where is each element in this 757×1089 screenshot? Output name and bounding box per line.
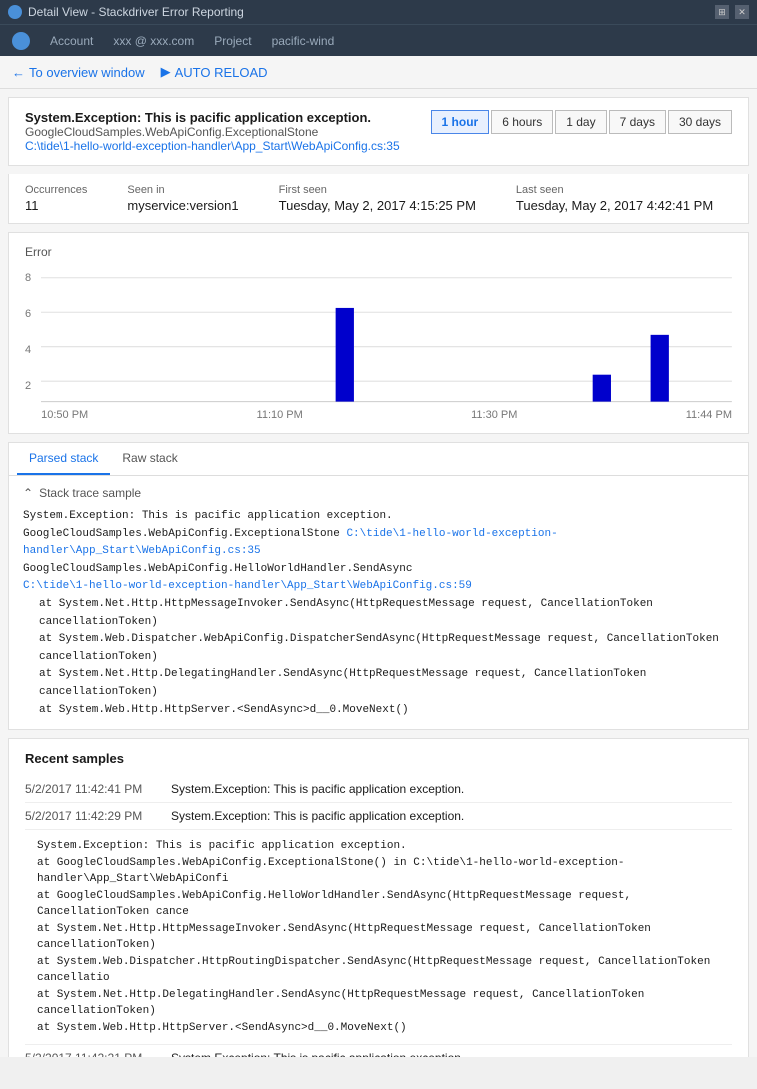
trace-indent-3: at System.Net.Http.DelegatingHandler.Sen…: [23, 666, 734, 701]
list-item: 5/2/2017 11:42:21 PM System.Exception: T…: [25, 1045, 732, 1057]
chart-title: Error: [25, 245, 732, 259]
last-seen-label: Last seen: [516, 184, 713, 196]
seen-in-value: myservice:version1: [127, 198, 238, 213]
occurrences-value: 11: [25, 198, 87, 213]
y-label-8: 8: [25, 272, 31, 284]
seen-in-label: Seen in: [127, 184, 238, 196]
list-item: 5/2/2017 11:42:29 PM System.Exception: T…: [25, 803, 732, 830]
auto-reload-label: AUTO RELOAD: [175, 65, 268, 80]
tab-parsed-stack[interactable]: Parsed stack: [17, 443, 110, 475]
account-bar: Account xxx @ xxx.com Project pacific-wi…: [0, 24, 757, 56]
sample-message: System.Exception: This is pacific applic…: [171, 809, 464, 823]
stat-seen-in: Seen in myservice:version1: [127, 184, 238, 213]
chart-bar-2: [593, 375, 611, 402]
trace-line-1: System.Exception: This is pacific applic…: [23, 508, 734, 526]
time-btn-1day[interactable]: 1 day: [555, 110, 606, 134]
trace-line-4: C:\tide\1-hello-world-exception-handler\…: [23, 578, 734, 596]
last-seen-value: Tuesday, May 2, 2017 4:42:41 PM: [516, 198, 713, 213]
trace-indent-1: at System.Net.Http.HttpMessageInvoker.Se…: [23, 596, 734, 631]
stack-tabs: Parsed stack Raw stack: [9, 443, 748, 476]
trace-indent-4: at System.Web.Http.HttpServer.<SendAsync…: [23, 702, 734, 720]
recent-section: Recent samples 5/2/2017 11:42:41 PM Syst…: [8, 738, 749, 1057]
x-label-1050: 10:50 PM: [41, 409, 88, 421]
sample-time: 5/2/2017 11:42:29 PM: [25, 809, 155, 823]
chart-bar-3: [651, 335, 669, 402]
trace-link-2[interactable]: C:\tide\1-hello-world-exception-handler\…: [23, 580, 472, 592]
chart-section: Error 8 6 4 2: [8, 232, 749, 434]
auto-reload-button[interactable]: ▶ AUTO RELOAD: [161, 64, 268, 80]
first-seen-label: First seen: [279, 184, 476, 196]
stack-content: ⌃ Stack trace sample System.Exception: T…: [9, 476, 748, 729]
trace-line-3: GoogleCloudSamples.WebApiConfig.HelloWor…: [23, 561, 734, 579]
error-class: GoogleCloudSamples.WebApiConfig.Exceptio…: [25, 125, 415, 139]
stack-trace: System.Exception: This is pacific applic…: [23, 508, 734, 719]
occurrences-label: Occurrences: [25, 184, 87, 196]
stack-chevron-icon: ⌃: [23, 486, 33, 500]
first-seen-value: Tuesday, May 2, 2017 4:15:25 PM: [279, 198, 476, 213]
trace-line-2: GoogleCloudSamples.WebApiConfig.Exceptio…: [23, 526, 734, 561]
back-arrow-icon: ←: [12, 65, 25, 80]
project-name: pacific-wind: [272, 34, 335, 48]
stats-bar: Occurrences 11 Seen in myservice:version…: [8, 174, 749, 224]
stack-sample-header: ⌃ Stack trace sample: [23, 486, 734, 500]
pin-button[interactable]: ⊞: [715, 5, 729, 19]
stack-sample-label: Stack trace sample: [39, 486, 141, 500]
time-btn-7days[interactable]: 7 days: [609, 110, 666, 134]
trace-indent-2: at System.Web.Dispatcher.WebApiConfig.Di…: [23, 631, 734, 666]
x-label-1144: 11:44 PM: [686, 409, 732, 421]
stat-occurrences: Occurrences 11: [25, 184, 87, 213]
back-label: To overview window: [29, 65, 145, 80]
account-email: xxx @ xxx.com: [113, 34, 194, 48]
error-title: System.Exception: This is pacific applic…: [25, 110, 415, 125]
y-label-2: 2: [25, 380, 31, 392]
stat-last-seen: Last seen Tuesday, May 2, 2017 4:42:41 P…: [516, 184, 713, 213]
expanded-trace-line: at GoogleCloudSamples.WebApiConfig.Excep…: [37, 855, 720, 888]
chart-canvas: 10:50 PM 11:10 PM 11:30 PM 11:44 PM: [41, 267, 732, 421]
expanded-trace-line: at System.Web.Http.HttpServer.<SendAsync…: [37, 1020, 720, 1037]
project-label: Project: [214, 34, 251, 48]
nav-bar: ← To overview window ▶ AUTO RELOAD: [0, 56, 757, 89]
time-btn-6hours[interactable]: 6 hours: [491, 110, 553, 134]
expanded-trace-line: System.Exception: This is pacific applic…: [37, 838, 720, 855]
window-title: Detail View - Stackdriver Error Reportin…: [28, 5, 715, 19]
y-label-4: 4: [25, 344, 31, 356]
x-label-1130: 11:30 PM: [471, 409, 517, 421]
y-axis: 8 6 4 2: [25, 267, 37, 397]
chart-bar-1: [336, 308, 354, 402]
trace-class: GoogleCloudSamples.WebApiConfig.Exceptio…: [23, 528, 346, 540]
chart-svg: [41, 267, 732, 407]
account-label: Account: [50, 34, 93, 48]
sample-message: System.Exception: This is pacific applic…: [171, 782, 464, 796]
sample-time: 5/2/2017 11:42:41 PM: [25, 782, 155, 796]
main-content: ← To overview window ▶ AUTO RELOAD Syste…: [0, 56, 757, 1057]
stat-first-seen: First seen Tuesday, May 2, 2017 4:15:25 …: [279, 184, 476, 213]
x-label-1110: 11:10 PM: [257, 409, 303, 421]
close-button[interactable]: ✕: [735, 5, 749, 19]
chart-x-labels: 10:50 PM 11:10 PM 11:30 PM 11:44 PM: [41, 409, 732, 421]
title-bar: Detail View - Stackdriver Error Reportin…: [0, 0, 757, 24]
play-icon: ▶: [161, 64, 171, 80]
time-btn-1hour[interactable]: 1 hour: [431, 110, 490, 134]
sample-time: 5/2/2017 11:42:21 PM: [25, 1051, 155, 1057]
stack-section: Parsed stack Raw stack ⌃ Stack trace sam…: [8, 442, 749, 730]
expanded-trace-line: at System.Net.Http.DelegatingHandler.Sen…: [37, 987, 720, 1020]
expanded-trace-line: at System.Net.Http.HttpMessageInvoker.Se…: [37, 921, 720, 954]
account-icon: [12, 32, 30, 50]
window-controls: ⊞ ✕: [715, 5, 749, 19]
y-label-6: 6: [25, 308, 31, 320]
expanded-trace: System.Exception: This is pacific applic…: [25, 830, 732, 1045]
time-btn-30days[interactable]: 30 days: [668, 110, 732, 134]
error-title-block: System.Exception: This is pacific applic…: [25, 110, 415, 153]
list-item: 5/2/2017 11:42:41 PM System.Exception: T…: [25, 776, 732, 803]
recent-samples-title: Recent samples: [25, 751, 732, 766]
expanded-trace-line: at System.Web.Dispatcher.HttpRoutingDisp…: [37, 954, 720, 987]
error-file-link[interactable]: C:\tide\1-hello-world-exception-handler\…: [25, 139, 400, 153]
app-icon: [8, 5, 22, 19]
back-link[interactable]: ← To overview window: [12, 65, 145, 80]
time-buttons: 1 hour 6 hours 1 day 7 days 30 days: [431, 110, 732, 134]
tab-raw-stack[interactable]: Raw stack: [110, 443, 189, 475]
expanded-trace-line: at GoogleCloudSamples.WebApiConfig.Hello…: [37, 888, 720, 921]
error-header: System.Exception: This is pacific applic…: [8, 97, 749, 166]
sample-message: System.Exception: This is pacific applic…: [171, 1051, 464, 1057]
